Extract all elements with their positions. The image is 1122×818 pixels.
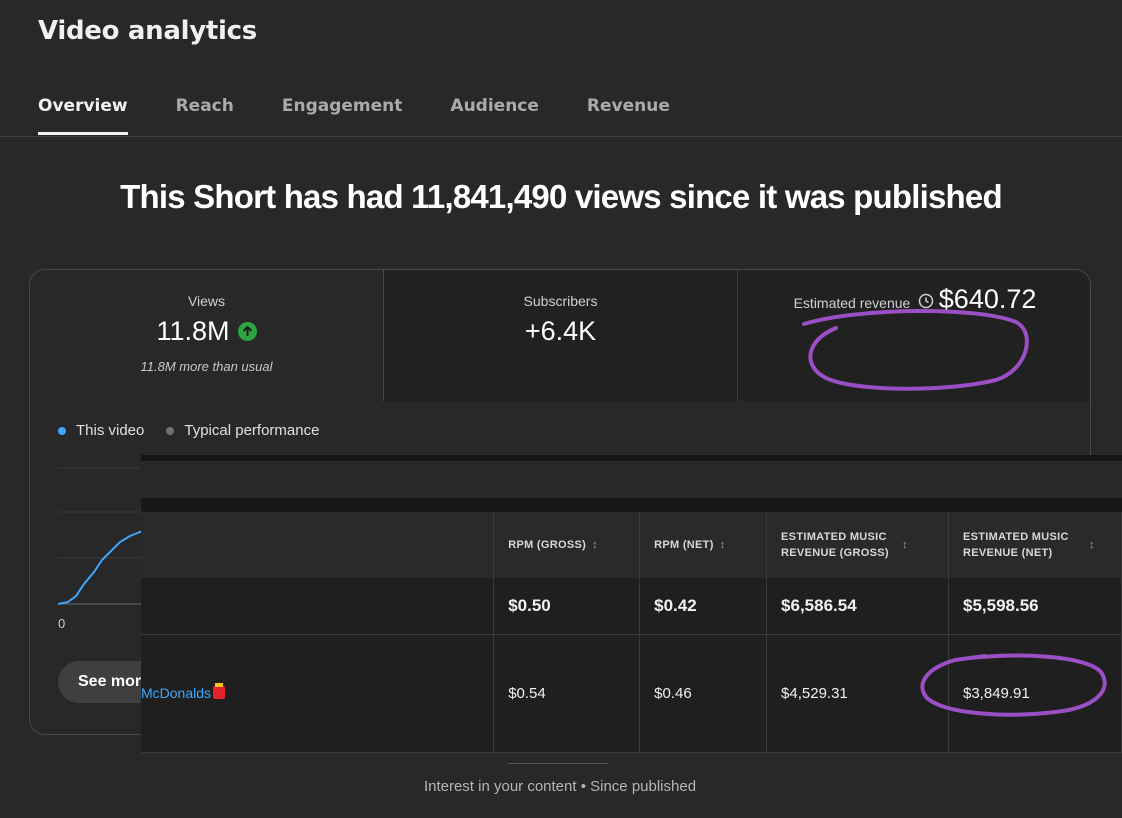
sort-icon: ↕ (902, 539, 908, 551)
table-header-row: RPM (GROSS) ↕ RPM (NET) ↕ ESTIMATED MUSIC … (141, 512, 1122, 578)
revenue-table: RPM (GROSS) ↕ RPM (NET) ↕ ESTIMATED MUSIC … (141, 512, 1122, 753)
metric-revenue-value: $640.72 (938, 283, 1037, 314)
metric-subscribers[interactable]: Subscribers +6.4K (384, 270, 738, 401)
clock-icon[interactable] (918, 293, 934, 312)
col-music-gross[interactable]: ESTIMATED MUSIC REVENUE (GROSS) ↕ (766, 512, 949, 578)
metric-revenue-label: Estimated revenue (793, 294, 911, 311)
table-total-row: $0.50 $0.42 $6,586.54 $5,598.56 (141, 578, 1122, 635)
page-title: Video analytics (38, 16, 257, 46)
this-video-dot-icon (58, 426, 66, 435)
col-music-net[interactable]: ESTIMATED MUSIC REVENUE (NET) ↕ (948, 512, 1122, 578)
tab-divider (0, 136, 1122, 137)
metric-views-label: Views (187, 293, 226, 309)
tab-overview[interactable]: Overview (38, 96, 128, 135)
legend-this-video: This video (76, 422, 145, 439)
total-rpm-net: $0.42 (639, 578, 768, 635)
col-rpm-gross[interactable]: RPM (GROSS) ↕ (493, 512, 641, 578)
metric-views-note: 11.8M more than usual (140, 359, 273, 374)
arrow-up-icon (237, 322, 257, 341)
row-music-gross: $4,529.31 (766, 634, 949, 753)
views-headline: This Short has had 11,841,490 views sinc… (120, 178, 1002, 215)
col-rpm-net[interactable]: RPM (NET) ↕ (639, 512, 768, 578)
row-rpm-net: $0.46 (639, 634, 768, 753)
row-rpm-gross: $0.54 (493, 634, 641, 753)
chart-legend: This video Typical performance (58, 422, 341, 439)
metric-views-value: 11.8M (156, 316, 230, 346)
y-axis-zero-label: 0 (58, 616, 66, 631)
sort-icon: ↕ (1089, 539, 1095, 551)
total-music-gross: $6,586.54 (766, 578, 949, 635)
metric-subscribers-label: Subscribers (523, 293, 598, 309)
total-rpm-gross: $0.50 (493, 578, 641, 635)
table-row[interactable]: McDonalds $0.54 $0.46 $4,529.31 $3,849.9… (141, 634, 1122, 753)
sort-icon: ↕ (719, 539, 726, 551)
table-toolbar (141, 455, 1122, 498)
revenue-table-overlay: RPM (GROSS) ↕ RPM (NET) ↕ ESTIMATED MUSIC … (141, 455, 1122, 753)
tab-reach[interactable]: Reach (176, 96, 234, 135)
row-music-net: $3,849.91 (948, 634, 1122, 753)
footer-caption: Interest in your content • Since publish… (423, 778, 697, 795)
sort-icon: ↕ (592, 539, 598, 551)
tab-revenue[interactable]: Revenue (587, 96, 670, 135)
tab-engagement[interactable]: Engagement (282, 96, 403, 135)
fries-emoji-icon (213, 682, 226, 699)
channel-link[interactable]: McDonalds (141, 685, 211, 701)
typical-dot-icon (166, 426, 175, 435)
metric-subscribers-value: +6.4K (524, 316, 597, 346)
metric-revenue[interactable]: Estimated revenue $640.72 (738, 270, 1090, 401)
metric-views[interactable]: Views 11.8M 11.8M more than usual (30, 270, 384, 401)
tab-audience[interactable]: Audience (450, 96, 539, 135)
legend-typical: Typical performance (184, 422, 320, 439)
total-music-net: $5,598.56 (948, 578, 1122, 635)
tab-bar: Overview Reach Engagement Audience Reven… (38, 96, 718, 135)
